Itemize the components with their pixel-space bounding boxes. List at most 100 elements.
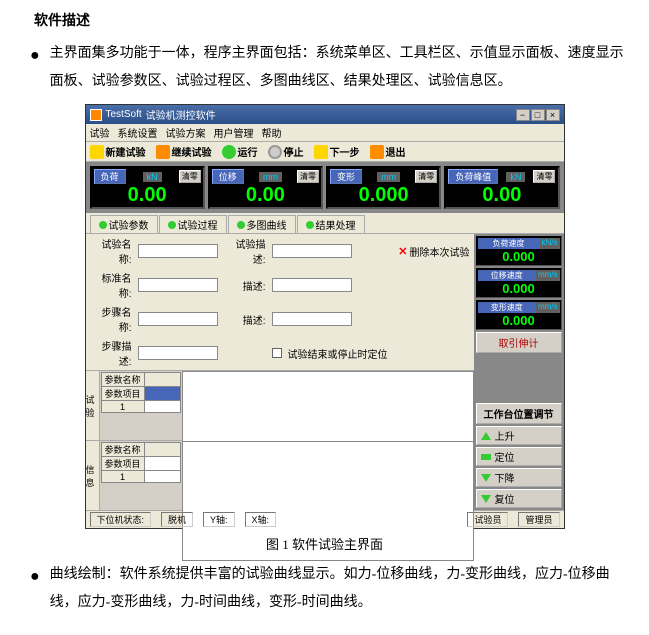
- input-test-desc[interactable]: [272, 244, 352, 258]
- speed-load: 负荷速度kN/s 0.000: [476, 236, 562, 266]
- stop-icon: [268, 145, 282, 159]
- bullet-text-1: 主界面集多功能于一体，程序主界面包括：系统菜单区、工具栏区、示值显示面板、速度显…: [50, 40, 629, 96]
- side-label-bot: 信息: [86, 441, 100, 510]
- speed-disp: 位移速度mm/s 0.000: [476, 268, 562, 298]
- tab-icon: [168, 221, 176, 229]
- clear-button[interactable]: 清零: [179, 170, 201, 183]
- speed-label: 负荷速度: [478, 238, 540, 249]
- row-num: 1: [101, 471, 144, 483]
- input-step-name[interactable]: [138, 312, 218, 326]
- up-icon: [481, 432, 491, 440]
- reading-displacement: 位移 mm 清零 0.00: [208, 166, 323, 209]
- reading-unit: mm: [259, 172, 282, 182]
- speed-deform: 变形速度mm/s 0.000: [476, 300, 562, 330]
- app-icon: [90, 109, 102, 121]
- col-param-name: 参数名称: [101, 373, 144, 387]
- table-cell[interactable]: [144, 457, 180, 471]
- bullet-marker: ●: [30, 40, 40, 96]
- down-button[interactable]: 下降: [476, 468, 562, 487]
- label-step-name: 步骤名称:: [90, 304, 132, 334]
- tabstrip: 试验参数 试验过程 多图曲线 结果处理: [86, 213, 564, 234]
- close-button[interactable]: ×: [546, 109, 560, 121]
- tab-curves[interactable]: 多图曲线: [228, 215, 296, 233]
- exit-button[interactable]: 退出: [370, 144, 406, 159]
- menu-system[interactable]: 系统设置: [118, 125, 158, 140]
- menu-plan[interactable]: 试验方案: [166, 125, 206, 140]
- tab-process[interactable]: 试验过程: [159, 215, 227, 233]
- reading-unit: kN: [143, 172, 162, 182]
- tab-results[interactable]: 结果处理: [297, 215, 365, 233]
- up-button[interactable]: 上升: [476, 426, 562, 445]
- clear-button[interactable]: 清零: [533, 170, 555, 183]
- position-checkbox[interactable]: [272, 348, 282, 358]
- position-icon: [481, 454, 491, 460]
- reading-value: 0.00: [448, 184, 555, 206]
- exit-icon: [370, 145, 384, 159]
- checkbox-label: 试验结束或停止时定位: [288, 346, 388, 361]
- input-desc[interactable]: [272, 278, 352, 292]
- speed-label: 位移速度: [478, 270, 536, 281]
- label-test-desc: 试验描述:: [224, 236, 266, 266]
- bullet-text-2: 曲线绘制：软件系统提供丰富的试验曲线显示。如力-位移曲线，力-变形曲线，应力-位…: [50, 561, 629, 617]
- reading-value: 0.00: [94, 184, 201, 206]
- status-x: X轴:: [245, 512, 277, 527]
- input-standard[interactable]: [138, 278, 218, 292]
- next-button[interactable]: 下一步: [314, 144, 360, 159]
- status-y: Y轴:: [203, 512, 235, 527]
- run-button[interactable]: 运行: [222, 144, 258, 159]
- bullet-item: ● 主界面集多功能于一体，程序主界面包括：系统菜单区、工具栏区、示值显示面板、速…: [30, 40, 629, 96]
- input-test-name[interactable]: [138, 244, 218, 258]
- delete-icon: ✕: [398, 245, 407, 258]
- toolbar: 新建试验 继续试验 运行 停止 下一步 退出: [86, 142, 564, 162]
- reading-peak: 负荷峰值 kN 清零 0.00: [444, 166, 559, 209]
- tab-icon: [237, 221, 245, 229]
- reading-label: 位移: [212, 169, 244, 184]
- clear-button[interactable]: 清零: [415, 170, 437, 183]
- reading-deform: 变形 mm 清零 0.000: [326, 166, 441, 209]
- status-user: 试验员: [467, 512, 508, 527]
- menu-help[interactable]: 帮助: [262, 125, 282, 140]
- bullet-item: ● 曲线绘制：软件系统提供丰富的试验曲线显示。如力-位移曲线，力-变形曲线，应力…: [30, 561, 629, 617]
- titlebar: TestSoft 试验机测控软件 − □ ×: [86, 105, 564, 124]
- menubar: 试验 系统设置 试验方案 用户管理 帮助: [86, 124, 564, 142]
- down-icon: [481, 474, 491, 482]
- table-cell-selected[interactable]: [144, 387, 180, 401]
- table-cell[interactable]: [144, 471, 180, 483]
- input-desc2[interactable]: [272, 312, 352, 326]
- position-button[interactable]: 定位: [476, 447, 562, 466]
- stop-button[interactable]: 停止: [268, 144, 304, 159]
- menu-test[interactable]: 试验: [90, 125, 110, 140]
- reading-unit: kN: [506, 172, 525, 182]
- new-icon: [90, 145, 104, 159]
- tab-icon: [306, 221, 314, 229]
- statusbar: 下位机状态: 脱机 Y轴: X轴: 试验员 管理员: [86, 510, 564, 528]
- delete-test-button[interactable]: ✕删除本次试验: [398, 244, 469, 259]
- continue-test-button[interactable]: 继续试验: [156, 144, 212, 159]
- reset-button[interactable]: 复位: [476, 489, 562, 508]
- input-step-desc[interactable]: [138, 346, 218, 360]
- col-param-item: 参数项目: [101, 387, 144, 401]
- reading-value: 0.00: [212, 184, 319, 206]
- title-text: 试验机测控软件: [146, 107, 216, 122]
- maximize-button[interactable]: □: [531, 109, 545, 121]
- reset-icon: [481, 495, 491, 503]
- new-test-button[interactable]: 新建试验: [90, 144, 146, 159]
- reading-label: 负荷峰值: [448, 169, 498, 184]
- table-cell[interactable]: [144, 401, 180, 413]
- param-table-top: 参数名称 参数项目 1: [101, 372, 181, 413]
- tab-icon: [99, 221, 107, 229]
- tab-params[interactable]: 试验参数: [90, 215, 158, 233]
- app-window: TestSoft 试验机测控软件 − □ × 试验 系统设置 试验方案 用户管理…: [85, 104, 565, 529]
- status-conn-label: 下位机状态:: [90, 512, 152, 527]
- title-brand: TestSoft: [106, 109, 142, 120]
- col-param-name: 参数名称: [101, 443, 144, 457]
- menu-user[interactable]: 用户管理: [214, 125, 254, 140]
- speed-unit: mm/s: [536, 270, 560, 281]
- extensometer-button[interactable]: 取引伸计: [476, 332, 562, 353]
- row-num: 1: [101, 401, 144, 413]
- reading-unit: mm: [377, 172, 400, 182]
- continue-icon: [156, 145, 170, 159]
- minimize-button[interactable]: −: [516, 109, 530, 121]
- bullet-marker: ●: [30, 561, 40, 617]
- clear-button[interactable]: 清零: [297, 170, 319, 183]
